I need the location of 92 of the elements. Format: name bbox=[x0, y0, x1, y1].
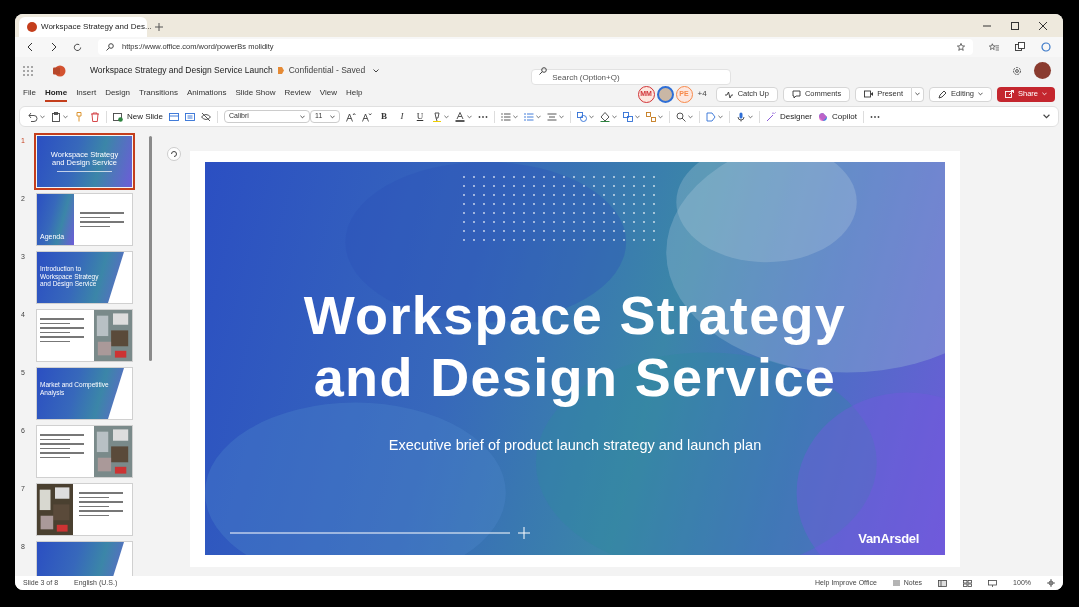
catch-up-icon bbox=[724, 89, 734, 99]
sensitivity-icon[interactable] bbox=[706, 111, 716, 122]
grow-font-icon[interactable] bbox=[346, 111, 356, 122]
maximize-icon[interactable] bbox=[1011, 21, 1019, 30]
ribbon-tab[interactable]: Home bbox=[44, 86, 68, 102]
extension-icon[interactable] bbox=[1041, 42, 1051, 52]
powerpoint-logo-icon bbox=[53, 64, 66, 77]
layout-icon[interactable] bbox=[169, 111, 179, 122]
arrange-icon[interactable] bbox=[623, 111, 633, 122]
new-slide-button[interactable]: New Slide bbox=[113, 110, 163, 123]
text-lines-drawing bbox=[80, 212, 124, 227]
caret-icon bbox=[300, 114, 305, 119]
forward-icon[interactable] bbox=[50, 43, 57, 51]
fit-slide-icon[interactable] bbox=[1047, 579, 1055, 587]
normal-view-icon[interactable] bbox=[938, 579, 948, 587]
slide-title-line: Workspace Strategy bbox=[303, 284, 847, 346]
pen-icon bbox=[938, 89, 948, 99]
close-icon[interactable] bbox=[1039, 21, 1047, 30]
search-icon bbox=[539, 66, 548, 75]
text-lines-drawing bbox=[40, 318, 84, 342]
ribbon-tab[interactable]: Animations bbox=[186, 86, 227, 102]
shapes-icon[interactable] bbox=[577, 111, 587, 122]
reading-view-icon[interactable] bbox=[988, 579, 998, 587]
new-tab-icon[interactable] bbox=[155, 23, 163, 31]
ribbon-tab[interactable]: File bbox=[23, 86, 36, 102]
search-field[interactable]: Search (Option+Q) bbox=[531, 69, 732, 85]
slide-sorter-icon[interactable] bbox=[963, 579, 973, 587]
notes-icon bbox=[892, 580, 900, 586]
scrollbar[interactable] bbox=[149, 136, 152, 361]
ribbon-tab[interactable]: Review bbox=[284, 86, 311, 102]
ribbon-tab[interactable]: View bbox=[319, 86, 337, 102]
slide-thumbnail[interactable] bbox=[37, 484, 132, 535]
caret-icon[interactable] bbox=[373, 68, 380, 73]
slide-thumbnail[interactable] bbox=[37, 426, 132, 477]
share-icon bbox=[1005, 89, 1014, 99]
settings-icon[interactable] bbox=[1012, 65, 1022, 76]
slide-logo: VanArsdel bbox=[858, 530, 919, 548]
more-collaborators-count[interactable]: +4 bbox=[697, 88, 707, 100]
underline-button[interactable]: U bbox=[414, 109, 426, 124]
slide-subtitle: Executive brief of product launch strategy and launch plan bbox=[388, 436, 762, 455]
slide-title-line: and Design Service bbox=[313, 346, 837, 408]
designer-button[interactable]: Designer bbox=[766, 110, 813, 123]
bullets-icon[interactable] bbox=[501, 111, 511, 122]
italic-button[interactable]: I bbox=[396, 109, 408, 124]
sensitivity-label-icon bbox=[276, 66, 285, 75]
group-icon[interactable] bbox=[646, 111, 656, 122]
undo-icon[interactable] bbox=[28, 111, 38, 122]
ribbon-tab[interactable]: Insert bbox=[76, 86, 97, 102]
reuse-slide-icon[interactable] bbox=[167, 147, 181, 161]
collections-icon[interactable] bbox=[1015, 42, 1025, 52]
ribbon-tab[interactable]: Help bbox=[345, 86, 363, 102]
ribbon-tab[interactable]: Transitions bbox=[139, 86, 178, 102]
copilot-button[interactable]: Copilot bbox=[818, 110, 857, 123]
ribbon-tab[interactable]: Design bbox=[105, 86, 131, 102]
caret-icon bbox=[1042, 92, 1047, 96]
format-painter-icon[interactable] bbox=[74, 111, 84, 122]
refresh-icon[interactable] bbox=[73, 42, 82, 52]
caret-icon bbox=[915, 92, 921, 96]
highlighter-icon[interactable] bbox=[432, 111, 442, 122]
document-title[interactable]: Workspace Strategy and Design Service Launch bbox=[90, 64, 273, 77]
shape-fill-icon[interactable] bbox=[600, 111, 610, 122]
find-icon[interactable] bbox=[676, 111, 686, 122]
hide-slide-icon[interactable] bbox=[201, 111, 211, 122]
wand-icon bbox=[766, 111, 776, 122]
caret-icon bbox=[978, 92, 983, 96]
document-status: Confidential - Saved bbox=[288, 64, 366, 77]
slide-thumbnail[interactable] bbox=[37, 310, 132, 361]
search-icon bbox=[106, 43, 114, 51]
collapse-ribbon-icon[interactable] bbox=[1043, 114, 1050, 119]
collaborator-avatar[interactable] bbox=[656, 85, 674, 103]
delete-icon[interactable] bbox=[90, 111, 100, 122]
ribbon-tab[interactable]: Slide Show bbox=[235, 86, 276, 102]
new-slide-icon bbox=[113, 111, 123, 122]
text-lines-drawing bbox=[40, 434, 84, 458]
back-icon[interactable] bbox=[27, 43, 34, 51]
microphone-icon[interactable] bbox=[736, 111, 746, 122]
present-icon bbox=[864, 89, 874, 99]
copilot-logo-icon bbox=[818, 111, 829, 122]
font-color-icon[interactable] bbox=[455, 111, 465, 122]
caret-icon bbox=[330, 114, 335, 119]
align-icon[interactable] bbox=[547, 111, 557, 122]
text-lines-drawing bbox=[57, 170, 112, 173]
text-lines-drawing bbox=[79, 492, 123, 516]
app-logo-icon bbox=[27, 22, 37, 32]
user-avatar[interactable] bbox=[1034, 62, 1051, 79]
clipboard-icon[interactable] bbox=[51, 111, 61, 122]
favorites-icon[interactable] bbox=[989, 42, 999, 52]
bold-button[interactable]: B bbox=[378, 109, 390, 124]
section-icon[interactable] bbox=[185, 111, 195, 122]
star-icon[interactable] bbox=[957, 43, 965, 51]
comment-icon bbox=[791, 89, 801, 99]
shrink-font-icon[interactable] bbox=[362, 111, 372, 122]
